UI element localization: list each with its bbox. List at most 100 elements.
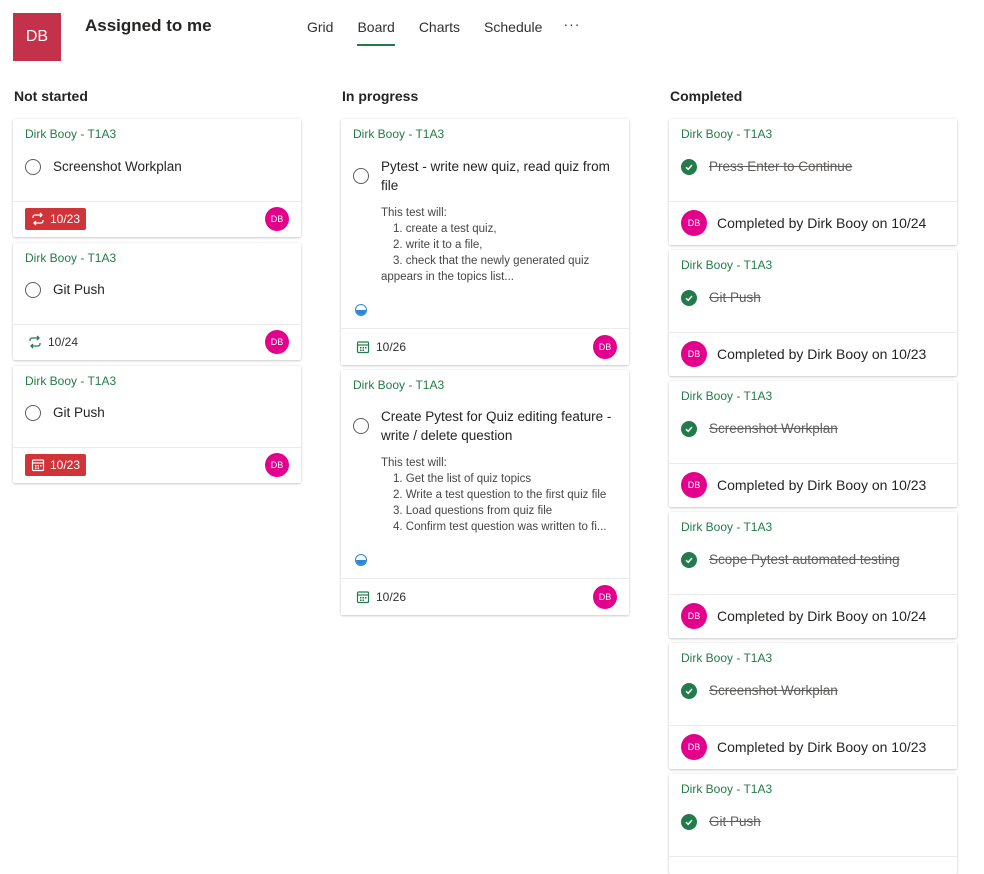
description-line: appears in the topics list... (381, 271, 514, 283)
progress-half-icon[interactable] (355, 554, 367, 566)
task-card[interactable]: Dirk Booy - T1A3 Screenshot Workplan DB … (669, 643, 957, 769)
assignee-avatar[interactable]: DB (265, 453, 289, 477)
column-title: Not started (14, 88, 88, 104)
bucket-label: Dirk Booy - T1A3 (25, 251, 117, 265)
task-title: Screenshot Workplan (709, 683, 838, 698)
due-date-badge: 10/23 (25, 208, 87, 230)
description-line: 2. write it to a file, (393, 239, 483, 251)
completed-by-text: Completed by Dirk Booy on 10/24 (717, 215, 927, 231)
task-title: Press Enter to Continue (709, 159, 853, 174)
task-title: Screenshot Workplan (53, 159, 182, 174)
completed-check-icon[interactable] (681, 552, 697, 568)
description-intro: This test will: (381, 457, 447, 469)
complete-checkbox[interactable] (25, 282, 41, 298)
description-line: 3. Load questions from quiz file (393, 505, 553, 517)
column-title: In progress (342, 88, 419, 104)
completed-check-icon[interactable] (681, 421, 697, 437)
task-description: This test will: 1. Get the list of quiz … (381, 455, 617, 535)
bucket-label: Dirk Booy - T1A3 (681, 520, 773, 534)
completed-check-icon[interactable] (681, 159, 697, 175)
column-completed: Completed Dirk Booy - T1A3 Press Enter t… (669, 88, 957, 874)
completed-by-text: Completed by Dirk Booy on 10/24 (717, 608, 927, 624)
description-line: 2. Write a test question to the first qu… (393, 489, 607, 501)
task-card[interactable]: Dirk Booy - T1A3 Screenshot Workplan DB … (669, 381, 957, 507)
repeat-icon (29, 335, 41, 349)
plan-avatar: DB (13, 13, 61, 61)
assignee-avatar[interactable]: DB (265, 207, 289, 231)
assignee-avatar[interactable]: DB (681, 734, 707, 760)
assignee-avatar[interactable]: DB (681, 341, 707, 367)
bucket-label: Dirk Booy - T1A3 (25, 127, 117, 141)
due-date-badge: 10/26 (353, 336, 410, 358)
task-card[interactable]: Dirk Booy - T1A3 Pytest - write new quiz… (341, 119, 629, 365)
completed-check-icon[interactable] (681, 290, 697, 306)
tab-schedule[interactable]: Schedule (484, 18, 542, 46)
tab-charts[interactable]: Charts (419, 18, 460, 46)
complete-checkbox[interactable] (25, 405, 41, 421)
task-title: Git Push (53, 282, 105, 297)
task-title: Create Pytest for Quiz editing feature -… (381, 409, 612, 443)
assignee-avatar[interactable]: DB (593, 335, 617, 359)
assignee-avatar[interactable]: DB (681, 472, 707, 498)
task-card[interactable]: Dirk Booy - T1A3 Git Push DB Completed b… (669, 250, 957, 376)
completed-check-icon[interactable] (681, 814, 697, 830)
task-card[interactable]: Dirk Booy - T1A3 Create Pytest for Quiz … (341, 370, 629, 615)
bucket-label: Dirk Booy - T1A3 (681, 389, 773, 403)
column-title: Completed (670, 88, 743, 104)
due-date-badge: 10/26 (353, 586, 410, 608)
due-date-text: 10/26 (376, 340, 407, 354)
bucket-label: Dirk Booy - T1A3 (353, 378, 445, 392)
completed-by-text: Completed by Dirk Booy on 10/23 (717, 346, 927, 362)
bucket-label: Dirk Booy - T1A3 (681, 127, 773, 141)
description-line: 1. create a test quiz, (393, 223, 497, 235)
bucket-label: Dirk Booy - T1A3 (681, 782, 773, 796)
task-title: Scope Pytest automated testing (709, 552, 900, 567)
assignee-avatar[interactable]: DB (265, 330, 289, 354)
assignee-avatar[interactable]: DB (681, 603, 707, 629)
due-date-badge: 10/24 (25, 331, 82, 353)
task-card[interactable]: Dirk Booy - T1A3 Screenshot Workplan 10/… (13, 119, 301, 237)
task-card[interactable]: Dirk Booy - T1A3 Scope Pytest automated … (669, 512, 957, 638)
view-tabs: Grid Board Charts Schedule ··· (307, 17, 580, 46)
task-title: Git Push (709, 290, 761, 305)
tab-board[interactable]: Board (357, 18, 396, 46)
task-card[interactable]: Dirk Booy - T1A3 Git Push (669, 774, 957, 874)
task-card[interactable]: Dirk Booy - T1A3 Press Enter to Continue… (669, 119, 957, 245)
description-line: 1. Get the list of quiz topics (393, 473, 532, 485)
more-options-button[interactable]: ··· (563, 17, 580, 46)
bucket-label: Dirk Booy - T1A3 (353, 127, 445, 141)
assignee-avatar[interactable]: DB (681, 210, 707, 236)
calendar-icon (356, 591, 370, 604)
completed-check-icon[interactable] (681, 683, 697, 699)
completed-by-text: Completed by Dirk Booy on 10/23 (717, 477, 927, 493)
description-line: 3. check that the newly generated quiz (393, 255, 590, 267)
column-in-progress: In progress Dirk Booy - T1A3 Pytest - wr… (341, 88, 629, 615)
tab-grid[interactable]: Grid (307, 18, 333, 46)
description-intro: This test will: (381, 207, 447, 219)
task-title: Pytest - write new quiz, read quiz from … (381, 159, 610, 193)
completed-by-text: Completed by Dirk Booy on 10/23 (717, 739, 927, 755)
description-line: 4. Confirm test question was written to … (393, 521, 607, 533)
due-date-text: 10/23 (50, 212, 81, 226)
due-date-badge: 10/23 (25, 454, 87, 476)
complete-checkbox[interactable] (353, 418, 369, 434)
task-title: Screenshot Workplan (709, 421, 838, 436)
task-card[interactable]: Dirk Booy - T1A3 Git Push 10/24 DB (13, 243, 301, 360)
due-date-text: 10/24 (48, 335, 79, 349)
page-title: Assigned to me (85, 16, 212, 35)
complete-checkbox[interactable] (353, 168, 369, 184)
calendar-icon (31, 459, 45, 472)
assignee-avatar[interactable]: DB (593, 585, 617, 609)
bucket-label: Dirk Booy - T1A3 (681, 651, 773, 665)
bucket-label: Dirk Booy - T1A3 (681, 258, 773, 272)
complete-checkbox[interactable] (25, 159, 41, 175)
header: DB Assigned to me Grid Board Charts Sche… (0, 0, 984, 70)
task-title: Git Push (53, 405, 105, 420)
due-date-text: 10/26 (376, 590, 407, 604)
task-card[interactable]: Dirk Booy - T1A3 Git Push 10/23 DB (13, 366, 301, 483)
progress-half-icon[interactable] (355, 304, 367, 316)
task-description: This test will: 1. create a test quiz, 2… (381, 205, 617, 285)
column-not-started: Not started Dirk Booy - T1A3 Screenshot … (13, 88, 301, 483)
due-date-text: 10/23 (50, 458, 81, 472)
task-title: Git Push (709, 814, 761, 829)
